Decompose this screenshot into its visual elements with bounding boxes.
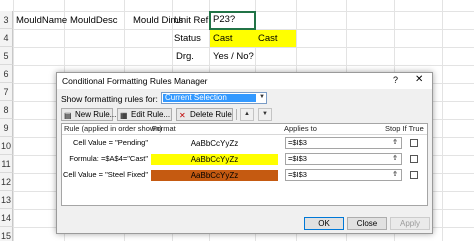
applies-to-field[interactable]: =$I$3 [285, 153, 402, 165]
header-divider [62, 134, 427, 135]
column-header-stop-if-true: Stop If True [385, 124, 424, 133]
cell-status-label[interactable]: Status [174, 30, 201, 47]
row-header[interactable]: 6 [0, 65, 13, 83]
help-icon[interactable]: ? [393, 75, 398, 85]
column-header-rule: Rule (applied in order shown) [64, 124, 162, 133]
format-preview: AaBbCcYyZz [151, 154, 278, 165]
cell-status-value-2[interactable]: Cast [256, 30, 296, 47]
row-header[interactable]: 7 [0, 83, 13, 101]
cell-unit-ref-value[interactable]: P23? [209, 11, 256, 30]
cell-drg-label[interactable]: Drg. [176, 48, 194, 65]
delete-rule-label: Delete Rule [190, 110, 232, 119]
show-rules-dropdown[interactable]: Current Selection ▼ [161, 92, 267, 104]
stop-if-true-checkbox[interactable] [410, 139, 418, 147]
close-button[interactable]: Close [347, 217, 387, 230]
row-header[interactable]: 10 [0, 137, 13, 155]
dialog-title: Conditional Formatting Rules Manager [62, 76, 208, 86]
cell-unit-ref-label[interactable]: Unit Ref. [174, 12, 211, 29]
new-rule-icon: ▤ [64, 111, 72, 120]
new-rule-button[interactable]: ▤ New Rule... [61, 108, 117, 121]
stop-if-true-checkbox[interactable] [410, 155, 418, 163]
rules-grid: Rule (applied in order shown) Format App… [61, 123, 428, 206]
row-header[interactable]: 12 [0, 173, 13, 191]
format-preview: AaBbCcYyZz [151, 170, 278, 181]
rule-description: Formula: =$A$4="Cast" [69, 154, 148, 163]
range-select-icon[interactable]: ⇮ [390, 170, 400, 180]
row-header[interactable]: 9 [0, 119, 13, 137]
row-header[interactable]: 13 [0, 191, 13, 209]
stop-if-true-checkbox[interactable] [410, 171, 418, 179]
apply-button[interactable]: Apply [390, 217, 430, 230]
rule-row[interactable]: Formula: =$A$4="Cast" AaBbCcYyZz =$I$3 ⇮ [62, 152, 427, 166]
row-header[interactable]: 5 [0, 47, 13, 65]
cell-status-value-1[interactable]: Cast [210, 30, 256, 47]
rule-description: Cell Value = "Steel Fixed" [62, 170, 148, 179]
row-header[interactable]: 8 [0, 101, 13, 119]
applies-to-field[interactable]: =$I$3 [285, 169, 402, 181]
chevron-down-icon: ▼ [259, 94, 265, 100]
edit-rule-label: Edit Rule... [131, 110, 171, 119]
column-gridline [13, 0, 14, 241]
cell-mould-name[interactable]: MouldName [16, 12, 67, 29]
row-gridline [13, 65, 474, 66]
new-rule-label: New Rule... [75, 110, 117, 119]
close-icon[interactable]: ✕ [415, 74, 423, 85]
conditional-formatting-dialog: Conditional Formatting Rules Manager ? ✕… [56, 72, 433, 234]
show-rules-value: Current Selection [163, 94, 256, 102]
show-rules-label: Show formatting rules for: [61, 94, 158, 104]
column-header-applies-to: Applies to [284, 124, 317, 133]
row-header[interactable]: 3 [0, 11, 13, 29]
ok-button[interactable]: OK [304, 217, 344, 230]
rule-description: Cell Value = "Pending" [72, 138, 148, 147]
row-header[interactable]: 4 [0, 29, 13, 47]
row-header[interactable]: 11 [0, 155, 13, 173]
cell-mould-desc[interactable]: MouldDesc [70, 12, 118, 29]
range-select-icon[interactable]: ⇮ [390, 138, 400, 148]
delete-icon: ✕ [179, 111, 186, 120]
applies-to-field[interactable]: =$I$3 [285, 137, 402, 149]
cell-drg-value[interactable]: Yes / No? [213, 48, 254, 65]
rule-row[interactable]: Cell Value = "Pending" AaBbCcYyZz =$I$3 … [62, 136, 427, 150]
rule-row[interactable]: Cell Value = "Steel Fixed" AaBbCcYyZz =$… [62, 168, 427, 182]
move-up-button[interactable]: ▲ [240, 108, 254, 121]
toolbar-separator [236, 109, 237, 120]
edit-rule-icon: ▦ [120, 111, 128, 120]
move-down-button[interactable]: ▼ [258, 108, 272, 121]
dialog-body: Show formatting rules for: Current Selec… [57, 89, 432, 233]
format-preview: AaBbCcYyZz [151, 138, 278, 149]
range-select-icon[interactable]: ⇮ [390, 154, 400, 164]
row-header[interactable]: 15 [0, 227, 13, 241]
dialog-titlebar[interactable]: Conditional Formatting Rules Manager ? ✕ [57, 73, 432, 89]
column-header-format: Format [152, 124, 176, 133]
column-gridline [442, 0, 443, 241]
row-header[interactable]: 14 [0, 209, 13, 227]
edit-rule-button[interactable]: ▦ Edit Rule... [117, 108, 172, 121]
delete-rule-button[interactable]: ✕ Delete Rule [176, 108, 233, 121]
